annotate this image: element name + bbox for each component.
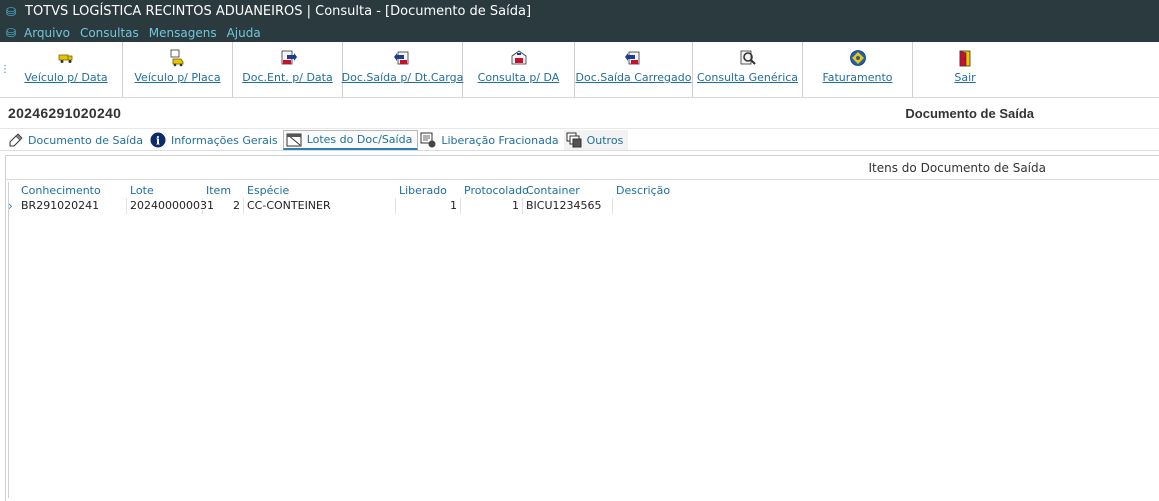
row-indicator-icon: › <box>8 199 13 213</box>
lots-doc-icon <box>286 132 302 148</box>
info-icon: i <box>150 132 166 148</box>
column-header[interactable]: Descrição <box>613 184 813 197</box>
items-panel: Itens do Documento de Saída Conhecimento… <box>5 155 1159 501</box>
doc-saida-carga-button[interactable]: Doc.Saída p/ Dt.Carga <box>341 42 464 97</box>
consulta-da-button[interactable]: Consulta p/ DA <box>463 42 575 97</box>
tab-lotes-doc-saida[interactable]: Lotes do Doc/Saída <box>282 130 419 150</box>
cell-item[interactable]: 2 <box>203 198 244 214</box>
tab-documento-saida-label: Documento de Saída <box>28 133 143 147</box>
svg-text:i: i <box>156 135 160 148</box>
veiculo-placa-label: Veículo p/ Placa <box>134 71 221 84</box>
panel-title: Itens do Documento de Saída <box>6 156 1159 180</box>
exit-door-icon <box>956 49 974 67</box>
tab-bar: Documento de Saída i Informações Gerais … <box>0 129 1159 151</box>
consulta-da-label: Consulta p/ DA <box>477 71 560 84</box>
tab-outros-label: Outros <box>586 133 624 147</box>
window-title: TOTVS LOGÍSTICA RECINTOS ADUANEIROS | Co… <box>25 4 532 19</box>
faturamento-label: Faturamento <box>822 71 893 84</box>
generic-query-icon <box>739 49 757 67</box>
veiculo-data-label: Veículo p/ Data <box>24 71 108 84</box>
doc-out-load-date-icon <box>393 49 412 67</box>
veiculo-data-button[interactable]: Veículo p/ Data <box>10 42 123 97</box>
database-icon[interactable]: ⛁ <box>6 26 20 40</box>
column-header[interactable]: Protocolado <box>461 184 529 197</box>
column-header[interactable]: Item <box>203 184 244 197</box>
column-header[interactable]: Liberado <box>396 184 461 197</box>
tab-informacoes-gerais-label: Informações Gerais <box>170 133 278 147</box>
database-icon: ⛁ <box>6 4 17 19</box>
tab-outros[interactable]: Outros <box>563 130 629 150</box>
title-bar: ⛁ TOTVS LOGÍSTICA RECINTOS ADUANEIROS | … <box>0 0 1159 23</box>
doc-saida-carregado-button[interactable]: Doc.Saída Carregado <box>575 42 693 97</box>
doc-saida-carregado-label: Doc.Saída Carregado <box>575 71 692 84</box>
menu-ajuda[interactable]: Ajuda <box>227 26 261 40</box>
billing-icon <box>849 49 867 67</box>
column-header[interactable]: Container <box>523 184 613 197</box>
sair-button[interactable]: Sair <box>913 42 1017 97</box>
tab-liberacao-fracionada[interactable]: Liberação Fracionada <box>418 130 564 150</box>
consulta-generica-label: Consulta Genérica <box>696 71 799 84</box>
document-header: 20246291020240 Documento de Saída <box>0 98 1159 129</box>
toolbar-grip-icon[interactable]: ⋮ <box>0 42 10 97</box>
partial-release-icon <box>420 132 436 148</box>
vehicle-plate-icon <box>169 49 187 67</box>
doc-ent-data-label: Doc.Ent. p/ Data <box>242 71 333 84</box>
tab-liberacao-fracionada-label: Liberação Fracionada <box>441 133 559 147</box>
menu-bar: ⛁ Arquivo Consultas Mensagens Ajuda <box>0 23 1159 42</box>
menu-arquivo[interactable]: Arquivo <box>24 26 70 40</box>
doc-saida-carga-label: Doc.Saída p/ Dt.Carga <box>341 71 464 84</box>
menu-consultas[interactable]: Consultas <box>80 26 139 40</box>
veiculo-placa-button[interactable]: Veículo p/ Placa <box>123 42 233 97</box>
cell-liberado[interactable]: 1 <box>396 198 461 214</box>
cell-conhecimento[interactable]: BR291020241 <box>9 198 127 214</box>
tab-informacoes-gerais[interactable]: i Informações Gerais <box>147 130 283 150</box>
column-header[interactable]: Lote <box>127 184 203 197</box>
column-header[interactable]: Conhecimento <box>9 184 127 197</box>
faturamento-button[interactable]: Faturamento <box>803 42 913 97</box>
doc-ent-data-button[interactable]: Doc.Ent. p/ Data <box>233 42 343 97</box>
tab-documento-saida[interactable]: Documento de Saída <box>5 130 148 150</box>
edit-doc-icon <box>7 132 23 148</box>
consulta-generica-button[interactable]: Consulta Genérica <box>693 42 803 97</box>
menu-mensagens[interactable]: Mensagens <box>149 26 217 40</box>
cell-especie[interactable]: CC-CONTEINER <box>244 198 396 214</box>
doc-in-date-icon <box>279 49 297 67</box>
tab-lotes-doc-saida-label: Lotes do Doc/Saída <box>306 133 413 146</box>
cell-descricao[interactable] <box>613 198 813 214</box>
query-da-icon <box>510 49 528 67</box>
document-number: 20246291020240 <box>8 105 122 121</box>
table-row[interactable]: › BR291020241 202400000031 2 CC-CONTEINE… <box>8 198 1159 214</box>
cell-container[interactable]: BICU1234565 <box>523 198 613 214</box>
toolbar: ⋮ Veículo p/ Data Veículo p/ Placa Doc.E… <box>0 42 1159 98</box>
items-grid: Conhecimento Lote Item Espécie Liberado … <box>8 182 1159 498</box>
cell-protocolado[interactable]: 1 <box>461 198 523 214</box>
others-icon <box>566 132 582 148</box>
sair-label: Sair <box>954 71 976 84</box>
section-title: Documento de Saída <box>905 105 1034 121</box>
grid-header: Conhecimento Lote Item Espécie Liberado … <box>9 182 1159 198</box>
cell-lote[interactable]: 202400000031 <box>127 198 214 214</box>
doc-out-loaded-icon <box>624 49 643 67</box>
truck-yellow-icon <box>57 49 75 67</box>
column-header[interactable]: Espécie <box>244 184 396 197</box>
